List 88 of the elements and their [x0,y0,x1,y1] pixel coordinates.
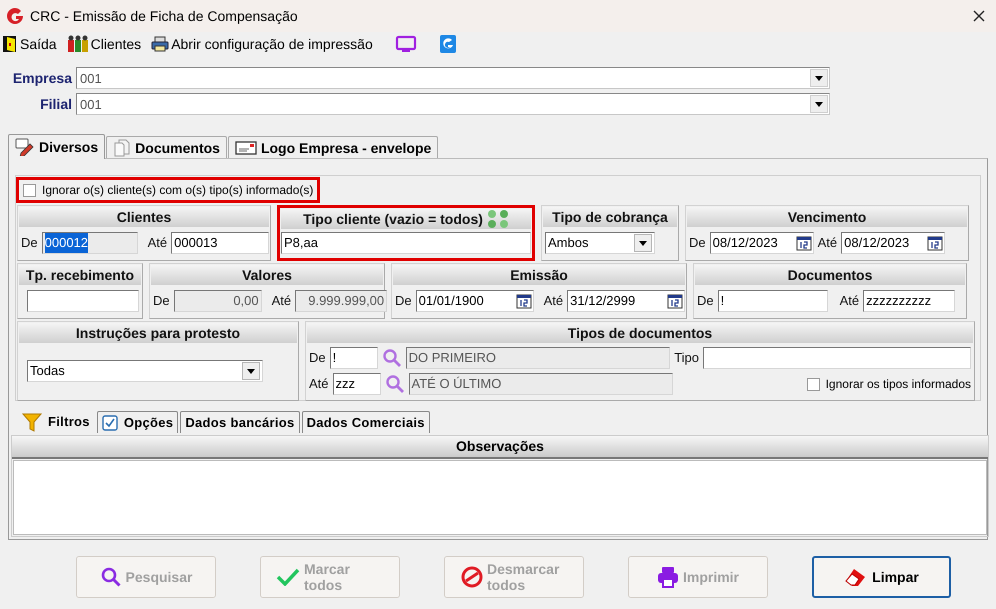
window-title: CRC - Emissão de Ficha de Compensação [30,6,298,26]
input-field[interactable]: ! [330,347,378,369]
action-button[interactable]: Limpar [812,556,951,598]
close-icon [972,9,986,23]
toolbar-button[interactable]: Abrir configuração de impressão [151,34,373,54]
field-label: Até [818,234,838,252]
group-title: Vencimento [788,208,866,226]
tab[interactable]: Dados bancários [180,411,300,433]
dropdown-button[interactable] [242,362,260,380]
printer-icon [656,566,679,588]
door-icon [2,35,18,53]
field-label: Até [544,292,564,310]
field-label: Até [272,292,292,310]
caret-icon [815,76,823,80]
tab[interactable]: Opções [96,411,178,433]
dropdown-button[interactable] [810,95,828,113]
field-label: De [395,292,412,310]
group-title: Valores [242,266,292,284]
field-label: Até [840,292,860,310]
pencil-icon [15,138,35,156]
funnel-icon [22,412,42,432]
caret-icon [815,102,823,106]
calendar-icon[interactable] [796,236,812,250]
tab[interactable]: Logo Empresa - envelope [228,136,438,159]
checkbox[interactable]: Ignorar o(s) cliente(s) com o(s) tipo(s) informado(s) [16,177,320,203]
field-label: De [21,234,38,252]
calendar-icon[interactable] [667,294,684,308]
section-header: Observações [12,436,988,459]
group-title: Instruções para protesto [76,324,240,343]
search-icon[interactable] [382,348,402,368]
tab[interactable]: Diversos [8,134,106,159]
group-title: Tipos de documentos [568,324,712,343]
notes-field[interactable] [13,460,987,535]
branch-field[interactable]: 001 [76,93,830,115]
people-icon [66,35,89,53]
date-field[interactable]: 31/12/2999 [567,290,686,312]
input-field[interactable]: zzzzzzzzzz [863,290,956,312]
group-title: Tp. recebimento [26,266,134,285]
printer-icon [151,36,170,52]
field-label: Até [309,375,329,394]
dropdown-field[interactable]: Ambos [545,232,655,254]
input-field[interactable]: zzz [332,373,381,395]
field-label: De [689,234,706,252]
search-icon [100,566,122,588]
group-title: Tipo de cobrança [552,208,668,227]
field-label: Filial [39,94,72,114]
checkbox-icon [102,414,118,430]
close-button[interactable] [972,9,986,23]
toolbar-button[interactable]: Clientes [66,34,142,54]
group-title: Documentos [788,266,872,284]
date-field[interactable]: 08/12/2023 [841,232,946,254]
tab[interactable]: Dados Comerciais [302,411,430,433]
field-label: De [697,292,714,310]
dropdown-button[interactable] [810,69,828,87]
search-icon[interactable] [384,374,405,394]
field-label: Tipo [674,349,699,368]
check-icon [276,568,300,586]
no-entry-icon [461,566,483,588]
dropdown-button[interactable] [634,234,652,252]
date-field[interactable]: 08/12/2023 [710,232,814,254]
tab[interactable]: Documentos [106,136,227,159]
group-title: Clientes [116,208,172,226]
calendar-icon[interactable] [516,294,532,308]
dropdown-field[interactable]: Todas [27,360,263,382]
field-label: De [309,349,326,368]
input-field[interactable] [27,290,139,312]
group-title: Emissão [510,266,568,284]
calendar-icon[interactable] [927,236,944,250]
monitor-button[interactable] [394,35,417,53]
date-field[interactable]: 01/01/1900 [416,290,534,312]
input-field[interactable]: 000013 [171,232,270,254]
company-field[interactable]: 001 [76,67,830,89]
toolbar-button[interactable]: Saída [2,34,57,54]
field-label: De [153,292,170,310]
app-logo-icon [438,34,457,54]
caret-icon [247,368,255,374]
input-field[interactable]: ! [718,290,828,312]
field-label: Até [148,234,168,252]
app-logo-icon [6,7,24,25]
input-field[interactable] [703,347,971,369]
monitor-icon [394,35,417,53]
group-title: Tipo cliente (vazio = todos) [303,210,483,229]
field-label: Empresa [12,68,72,88]
logo-button[interactable] [438,34,457,54]
caret-icon [639,240,647,246]
checkbox[interactable]: Ignorar os tipos informados [806,375,971,393]
input-field[interactable]: P8,aa [281,232,531,254]
envelope-icon [234,141,257,155]
